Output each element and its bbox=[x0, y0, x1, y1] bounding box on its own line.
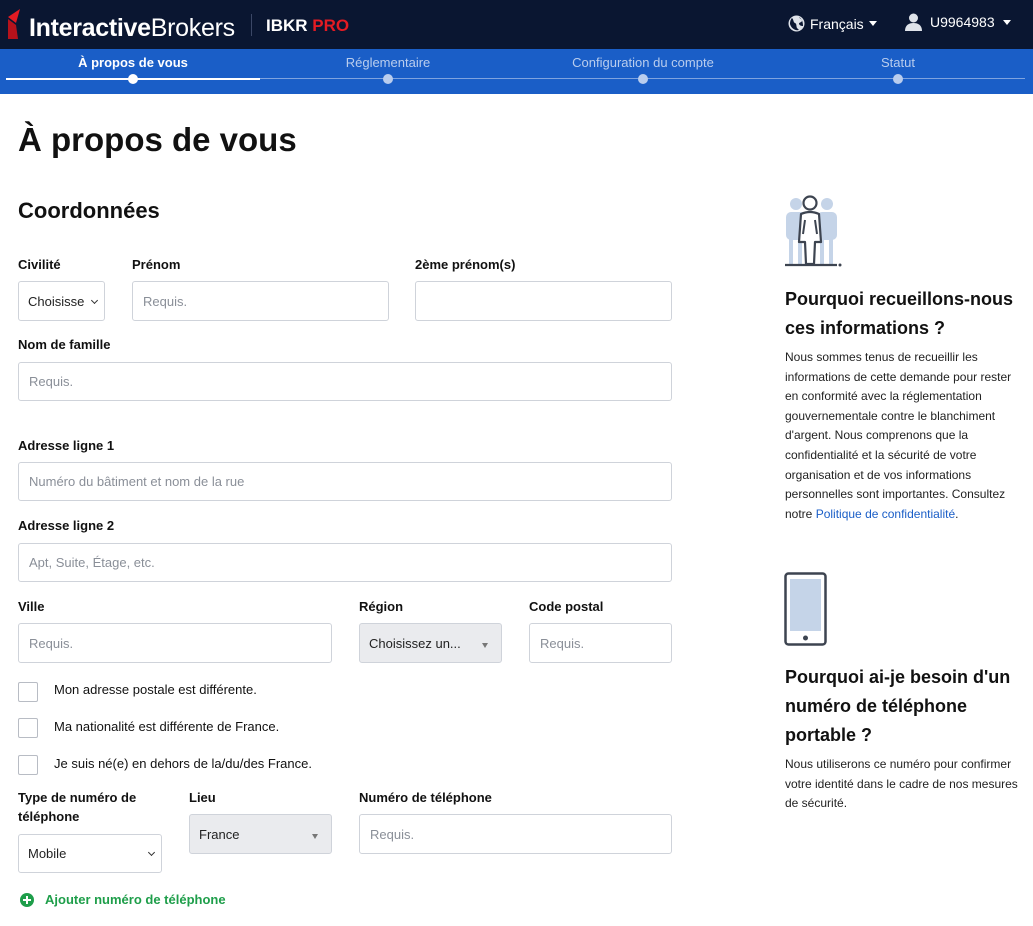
header-divider bbox=[251, 14, 252, 36]
address1-label: Adresse ligne 1 bbox=[18, 438, 115, 453]
dropdown-arrow-icon bbox=[312, 834, 318, 839]
location-label: Lieu bbox=[189, 790, 216, 805]
phone-number-label: Numéro de téléphone bbox=[359, 790, 492, 805]
first-name-input[interactable] bbox=[132, 281, 389, 321]
user-icon bbox=[905, 13, 922, 31]
phone-number-input[interactable] bbox=[359, 814, 672, 854]
middle-name-label: 2ème prénom(s) bbox=[415, 257, 516, 272]
add-phone-label: Ajouter numéro de téléphone bbox=[45, 892, 226, 907]
civility-value: Choisisse bbox=[28, 293, 85, 309]
region-select[interactable]: Choisissez un... bbox=[359, 623, 502, 663]
last-name-input[interactable] bbox=[18, 362, 672, 401]
step-dot-active bbox=[128, 74, 138, 84]
language-label: Français bbox=[810, 15, 864, 32]
city-input[interactable] bbox=[18, 623, 332, 663]
postal-label: Code postal bbox=[529, 599, 604, 614]
first-name-label: Prénom bbox=[132, 257, 181, 272]
last-name-label: Nom de famille bbox=[18, 337, 111, 352]
step-regulatory[interactable]: Réglementaire bbox=[260, 55, 516, 70]
chevron-down-icon bbox=[868, 21, 877, 26]
address2-input[interactable] bbox=[18, 543, 672, 582]
section-title: Coordonnées bbox=[18, 198, 160, 223]
ib-logo-icon bbox=[8, 9, 20, 39]
account-id: U9964983 bbox=[930, 14, 995, 30]
step-account-config[interactable]: Configuration du compte bbox=[515, 55, 771, 70]
dropdown-arrow-icon bbox=[482, 643, 488, 648]
why-info-title: Pourquoi recueillons-nous ces informatio… bbox=[785, 289, 1014, 338]
phone-type-label: Type de numéro de téléphone bbox=[18, 790, 137, 824]
address1-input[interactable] bbox=[18, 462, 672, 501]
chevron-down-icon bbox=[90, 296, 99, 305]
address2-label: Adresse ligne 2 bbox=[18, 518, 115, 533]
postal-address-different-checkbox[interactable] bbox=[18, 682, 38, 702]
globe-icon bbox=[788, 15, 805, 32]
middle-name-input[interactable] bbox=[415, 281, 672, 321]
why-phone-text: Nous utiliserons ce numéro pour confirme… bbox=[785, 757, 1018, 811]
city-label: Ville bbox=[18, 599, 45, 614]
phone-type-select[interactable]: Mobile bbox=[18, 834, 162, 873]
mobile-phone-icon bbox=[784, 572, 827, 646]
region-label: Région bbox=[359, 599, 404, 614]
civility-select[interactable]: Choisisse bbox=[18, 281, 105, 321]
account-menu[interactable]: U9964983 bbox=[905, 13, 1011, 31]
nationality-different-checkbox[interactable] bbox=[18, 718, 38, 738]
page-title: À propos de vous bbox=[18, 121, 297, 158]
progress-steps: À propos de vous Réglementaire Configura… bbox=[0, 49, 1033, 94]
step-about-you[interactable]: À propos de vous bbox=[5, 55, 261, 70]
privacy-policy-link[interactable]: Politique de confidentialité bbox=[816, 507, 955, 521]
step-dot bbox=[638, 74, 648, 84]
checkbox-label: Mon adresse postale est différente. bbox=[54, 682, 257, 697]
people-icon bbox=[785, 195, 842, 267]
step-dot bbox=[893, 74, 903, 84]
step-dot bbox=[383, 74, 393, 84]
phone-type-value: Mobile bbox=[28, 846, 67, 861]
chevron-down-icon bbox=[147, 848, 156, 857]
product-name: IBKR PRO bbox=[266, 16, 350, 35]
postal-input[interactable] bbox=[529, 623, 672, 663]
why-phone-title: Pourquoi ai-je besoin d'un numéro de tél… bbox=[785, 667, 1011, 745]
top-navbar: InteractiveBrokers IBKR PRO Français U99… bbox=[0, 0, 1033, 49]
add-phone-button[interactable]: Ajouter numéro de téléphone bbox=[20, 892, 226, 907]
chevron-down-icon bbox=[1002, 19, 1011, 25]
step-status[interactable]: Statut bbox=[770, 55, 1026, 70]
plus-circle-icon bbox=[20, 892, 34, 907]
born-outside-checkbox[interactable] bbox=[18, 755, 38, 775]
checkbox-label: Ma nationalité est différente de France. bbox=[54, 719, 280, 734]
region-value: Choisissez un... bbox=[369, 635, 461, 651]
checkbox-label: Je suis né(e) en dehors de la/du/des Fra… bbox=[54, 756, 312, 771]
brand-logo[interactable]: InteractiveBrokers bbox=[29, 14, 235, 43]
location-value: France bbox=[199, 826, 240, 842]
location-select[interactable]: France bbox=[189, 814, 332, 854]
civility-label: Civilité bbox=[18, 257, 61, 272]
language-menu[interactable]: Français bbox=[788, 15, 877, 32]
why-info-text: Nous sommes tenus de recueillir les info… bbox=[785, 350, 1012, 521]
